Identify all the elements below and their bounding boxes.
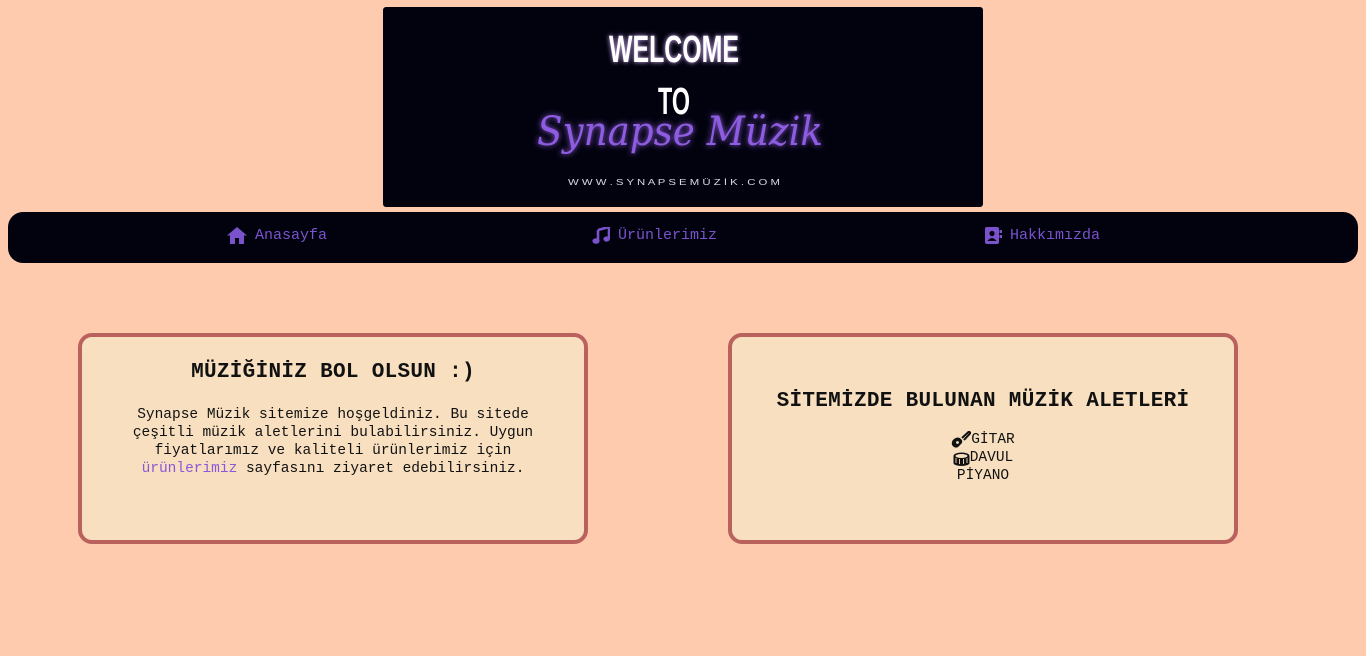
welcome-card-title: MÜZİĞİNİZ BOL OLSUN :) [191,361,475,384]
nav-item-label: Anasayfa [255,227,328,244]
drum-icon [953,451,970,466]
nav-item-products[interactable]: Ürünlerimiz [592,227,717,244]
welcome-text-start: Synapse Müzik sitemize hoşgeldiniz. Bu s… [132,407,534,459]
instruments-card-title: SİTEMİZDE BULUNAN MÜZİK ALETLERİ [776,390,1190,413]
banner-script-text: Synapse Müzik [537,109,823,155]
instrument-label: PİYANO [956,468,1010,484]
banner-welcome-text: WELCOME [609,29,739,71]
instrument-label: GİTAR [971,432,1015,448]
nav-item-label: Ürünlerimiz [618,227,718,244]
banner-url-text: W W W . S Y N A P S E M Ü Z İ K . C O M [568,178,780,187]
welcome-banner: WELCOME TO Synapse Müzik W W W . S Y N A… [383,7,983,207]
welcome-card: MÜZİĞİNİZ BOL OLSUN :) Synapse Müzik sit… [78,333,588,544]
address-book-icon [985,227,1002,244]
welcome-text-end: sayfasını ziyaret edebilirsiniz. [237,461,525,477]
instrument-list: GİTAR DAVUL PİYANO [732,431,1234,485]
instruments-card: SİTEMİZDE BULUNAN MÜZİK ALETLERİ GİTAR D… [728,333,1238,544]
guitar-icon [951,431,972,449]
list-item-guitar: GİTAR [732,431,1234,449]
music-note-icon [592,227,610,244]
nav-item-home[interactable]: Anasayfa [227,227,327,244]
nav-item-about[interactable]: Hakkımızda [985,227,1100,244]
list-item-piano: PİYANO [732,467,1234,485]
instrument-label: DAVUL [969,450,1014,466]
list-item-drum: DAVUL [732,449,1234,467]
nav-item-label: Hakkımızda [1010,227,1101,244]
home-icon [227,227,247,244]
products-link[interactable]: ürünlerimiz [142,461,238,477]
main-navbar: Anasayfa Ürünlerimiz Hakkımızda [8,212,1358,263]
welcome-card-text: Synapse Müzik sitemize hoşgeldiniz. Bu s… [110,406,556,478]
